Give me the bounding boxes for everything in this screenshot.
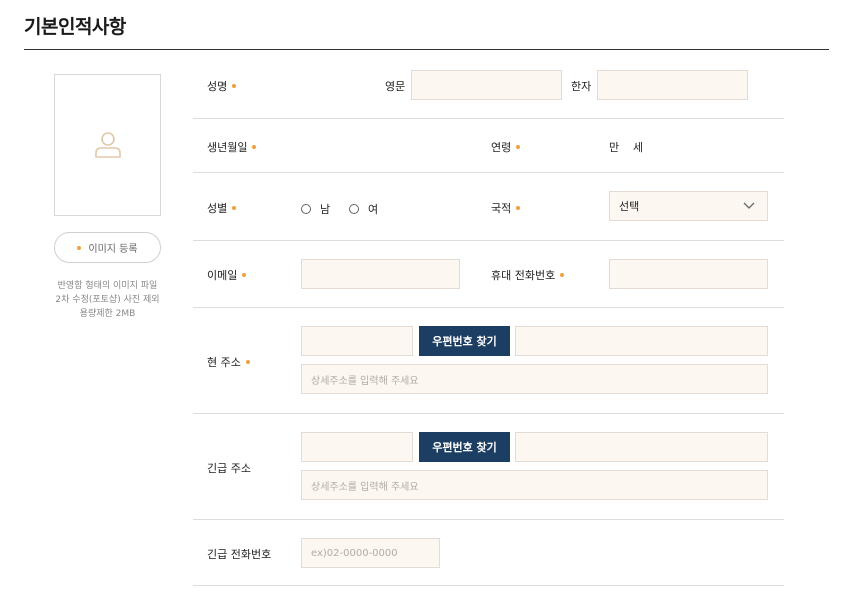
required-dot-icon <box>232 84 237 88</box>
hanja-label: 한자 <box>571 80 592 93</box>
hanja-name-input[interactable] <box>597 70 748 100</box>
mobile-label: 휴대 전화번호 <box>491 267 565 283</box>
gender-label: 성별 <box>207 200 237 216</box>
radio-icon <box>349 204 359 214</box>
gender-female-radio[interactable]: 여 <box>349 201 378 217</box>
required-dot-icon <box>516 145 521 149</box>
nationality-label: 국적 <box>491 200 521 216</box>
emergency-phone-label: 긴급 전화번호 <box>207 548 272 561</box>
address-input[interactable] <box>515 326 768 356</box>
emergency-address-input[interactable] <box>515 432 768 462</box>
emergency-zipcode-input[interactable] <box>301 432 413 462</box>
image-upload-button[interactable]: 이미지 등록 <box>54 232 161 263</box>
row-divider <box>193 118 784 119</box>
user-icon <box>94 132 121 158</box>
row-divider <box>193 172 784 173</box>
row-divider <box>193 240 784 241</box>
required-dot-icon <box>252 145 257 149</box>
photo-notes: 반영함 형태의 이미지 파일 2차 수정(포토샵) 사진 제외 용량제한 2MB <box>40 279 175 321</box>
image-upload-label: 이미지 등록 <box>88 244 138 255</box>
emergency-address-detail-input[interactable]: 상세주소를 입력해 주세요 <box>301 470 768 500</box>
zipcode-input[interactable] <box>301 326 413 356</box>
mobile-input[interactable] <box>609 259 768 289</box>
row-divider <box>193 519 784 520</box>
nationality-select[interactable]: 선택 <box>609 191 768 221</box>
email-input[interactable] <box>301 259 460 289</box>
row-divider <box>193 307 784 308</box>
zip-search-button[interactable]: 우편번호 찾기 <box>419 326 510 356</box>
address-label: 현 주소 <box>207 354 250 370</box>
english-label: 영문 <box>385 80 406 93</box>
required-dot-icon <box>242 273 247 277</box>
english-name-input[interactable] <box>411 70 562 100</box>
radio-icon <box>301 204 311 214</box>
age-value: 만 <box>609 141 620 154</box>
required-dot-icon <box>516 206 521 210</box>
emergency-address-label: 긴급 주소 <box>207 462 251 475</box>
nationality-select-value: 선택 <box>619 200 640 213</box>
gender-male-radio[interactable]: 남 <box>301 201 330 217</box>
photo-note: 용량제한 2MB <box>79 309 136 319</box>
title-divider <box>24 49 829 50</box>
address-detail-input[interactable]: 상세주소를 입력해 주세요 <box>301 364 768 394</box>
email-label: 이메일 <box>207 267 247 283</box>
birth-label: 생년월일 <box>207 139 257 155</box>
photo-note: 2차 수정(포토샵) 사진 제외 <box>55 295 160 305</box>
page-title: 기본인적사항 <box>24 16 126 38</box>
required-dot-icon <box>560 273 565 277</box>
row-divider <box>193 413 784 414</box>
photo-placeholder <box>54 74 161 216</box>
emergency-zip-search-button[interactable]: 우편번호 찾기 <box>419 432 510 462</box>
age-unit: 세 <box>633 141 644 154</box>
emergency-phone-input[interactable]: ex)02-0000-0000 <box>301 538 440 568</box>
row-divider <box>193 585 784 586</box>
chevron-down-icon <box>743 202 755 209</box>
required-dot-icon <box>232 206 237 210</box>
age-label: 연령 <box>491 139 521 155</box>
bullet-icon <box>77 245 82 250</box>
photo-note: 반영함 형태의 이미지 파일 <box>57 281 158 291</box>
name-label: 성명 <box>207 78 237 94</box>
required-dot-icon <box>245 360 250 364</box>
